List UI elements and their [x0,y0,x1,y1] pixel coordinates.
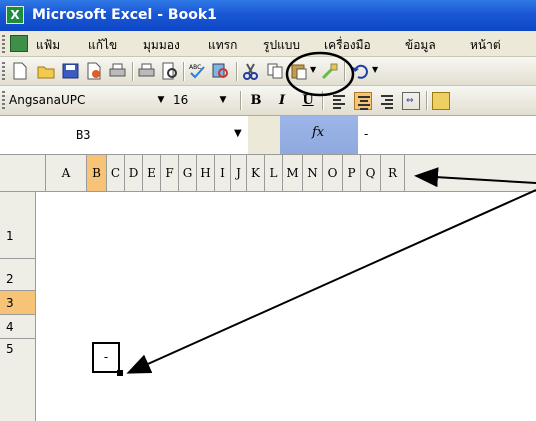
column-header[interactable] [405,155,536,192]
toolbar-separator [132,62,133,81]
menu-data[interactable]: ข้อมูล [405,36,436,55]
column-header[interactable]: H [197,155,215,192]
excel-app-icon[interactable]: X [6,6,24,24]
document-icon[interactable] [10,35,28,52]
name-box-value: B3 [76,128,91,142]
menu-edit[interactable]: แก้ไข [88,36,117,55]
standard-toolbar: ABC ▼ ▼ [0,57,536,86]
paste-icon[interactable] [290,62,309,80]
permission-icon[interactable] [84,62,103,80]
column-header[interactable]: C [107,155,125,192]
toolbar-grip-icon[interactable] [2,62,5,80]
copy-icon[interactable] [266,62,285,80]
column-header[interactable]: N [303,155,323,192]
open-icon[interactable] [37,62,56,80]
column-header[interactable]: K [247,155,265,192]
title-bar[interactable]: X Microsoft Excel - Book1 [0,0,536,31]
underline-button[interactable]: U [298,91,318,111]
name-box-dropdown[interactable]: ▼ [234,116,280,154]
align-right-button[interactable] [378,92,396,110]
column-header[interactable]: F [161,155,179,192]
column-header[interactable]: J [231,155,247,192]
menu-bar: แฟ้ม แก้ไข มุมมอง แทรก รูปแบบ เครื่องมือ… [0,31,536,57]
worksheet-grid: A B C D E F G H I J K L M N O P Q R 1 2 … [0,154,536,421]
row-header[interactable]: 1 [0,192,36,259]
column-header[interactable]: R [381,155,405,192]
fill-handle[interactable] [117,370,123,376]
save-icon[interactable] [61,62,80,80]
font-name-value: AngsanaUPC [9,93,86,107]
format-painter-icon[interactable] [320,62,339,80]
menu-file[interactable]: แฟ้ม [36,36,60,55]
font-size-value: 16 [173,93,189,107]
print-preview-icon[interactable] [137,62,156,80]
insert-function-area: fx [280,116,358,154]
formula-value: - [364,127,369,141]
chevron-down-icon[interactable]: ▼ [372,65,378,74]
spelling-icon[interactable]: ABC [188,62,207,80]
column-header[interactable]: L [265,155,283,192]
print-icon[interactable] [108,62,127,80]
svg-text:ABC: ABC [189,64,201,71]
column-header[interactable]: E [143,155,161,192]
toolbar-grip-icon[interactable] [2,91,5,110]
column-header[interactable]: O [323,155,343,192]
column-header-active[interactable]: B [87,155,107,192]
active-cell-value: - [103,350,109,364]
column-header[interactable]: Q [361,155,381,192]
column-header[interactable]: P [343,155,361,192]
window-title: Microsoft Excel - Book1 [32,7,217,23]
new-icon[interactable] [10,62,29,80]
cut-icon[interactable] [241,62,260,80]
column-header[interactable]: M [283,155,303,192]
merge-center-button[interactable]: ⇔ [402,92,420,110]
research-icon[interactable] [211,62,230,80]
currency-style-icon[interactable] [432,92,450,110]
row-header[interactable]: 4 [0,315,36,339]
toolbar-separator [426,91,427,110]
row-header[interactable]: 5 [0,339,36,421]
toolbar-separator [236,62,237,81]
column-header[interactable]: D [125,155,143,192]
menu-tools[interactable]: เครื่องมือ [324,36,371,55]
select-all-corner[interactable] [0,155,46,192]
toolbar-separator [183,62,184,81]
chevron-down-icon[interactable]: ▼ [216,91,230,109]
column-header[interactable]: G [179,155,197,192]
menu-window[interactable]: หน้าต่ [470,36,501,55]
formula-input[interactable]: - [358,116,536,154]
active-cell[interactable]: - [92,342,123,376]
chevron-down-icon[interactable]: ▼ [234,128,242,139]
toolbar-separator [322,91,323,110]
font-size-combo[interactable]: 16 ▼ [170,91,226,111]
formula-bar: B3 ▼ fx - [0,116,536,154]
menu-view[interactable]: มุมมอง [143,36,180,55]
align-left-button[interactable] [330,92,348,110]
chevron-down-icon[interactable]: ▼ [310,65,316,74]
align-center-button[interactable] [354,92,372,110]
bold-button[interactable]: B [246,91,266,111]
chevron-down-icon[interactable]: ▼ [154,91,168,109]
row-header-active[interactable]: 3 [0,291,36,315]
toolbar-grip-icon[interactable] [2,35,5,53]
insert-function-icon[interactable]: fx [312,125,324,140]
toolbar-separator [240,91,241,110]
menu-insert[interactable]: แทรก [208,36,237,55]
print-preview-icon[interactable] [160,62,179,80]
font-name-combo[interactable]: AngsanaUPC ▼ [6,91,164,111]
formatting-toolbar: AngsanaUPC ▼ 16 ▼ B I U ⇔ [0,86,536,116]
column-header[interactable]: I [215,155,231,192]
toolbar-separator [344,62,345,81]
column-header[interactable]: A [46,155,87,192]
row-header[interactable]: 2 [0,259,36,291]
undo-icon[interactable] [350,62,369,80]
menu-format[interactable]: รูปแบบ [263,36,300,55]
italic-button[interactable]: I [272,91,292,111]
name-box[interactable]: B3 [0,116,248,154]
